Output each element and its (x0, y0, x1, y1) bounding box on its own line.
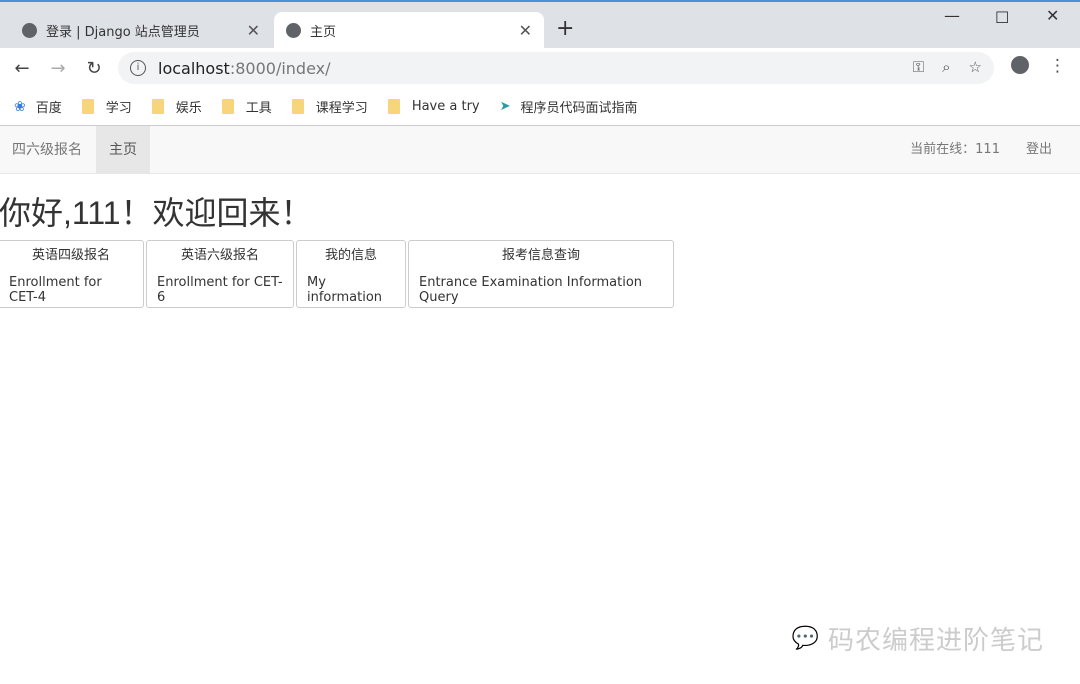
cet6-enroll-button[interactable]: 英语六级报名 Enrollment for CET-6 (146, 240, 294, 308)
action-cards: 英语四级报名 Enrollment for CET-4 英语六级报名 Enrollm… (0, 240, 1080, 308)
tab-title: 主页 (310, 24, 337, 40)
menu-icon[interactable]: ⋮ (1049, 56, 1066, 76)
zoom-icon[interactable]: ⌕ (942, 58, 950, 76)
logout-link[interactable]: 登出 (1026, 126, 1052, 174)
my-info-button[interactable]: 我的信息 My information (296, 240, 406, 308)
tab-login[interactable]: 登录 | Django 站点管理员 ✕ (10, 12, 272, 48)
back-button[interactable]: ← (4, 58, 40, 79)
bookmark-folder[interactable]: 课程学习 (291, 97, 368, 116)
key-icon[interactable]: ⚿ (913, 58, 924, 76)
card-title: 英语六级报名 (180, 247, 259, 263)
card-subtitle: Entrance Examination Information Query (419, 274, 643, 305)
bookmark-label: 程序员代码面试指南 (520, 101, 638, 116)
nav-home[interactable]: 主页 (96, 125, 150, 174)
bookmarks-bar: ❀ 百度 学习 娱乐 工具 课程学习 Have a try ➤ 程序员代码面试指南 (0, 88, 1080, 126)
close-tab-icon[interactable]: ✕ (519, 21, 532, 40)
profile-icon[interactable] (1011, 56, 1029, 74)
bookmark-label: 工具 (245, 101, 272, 116)
card-title: 我的信息 (324, 247, 377, 263)
forward-button[interactable]: → (40, 58, 76, 79)
bookmark-folder[interactable]: Have a try (387, 99, 480, 114)
card-title: 报考信息查询 (501, 247, 580, 263)
close-tab-icon[interactable]: ✕ (247, 21, 260, 40)
watermark: 💬 码农编程进阶笔记 (792, 620, 1044, 657)
baidu-icon: ❀ (14, 98, 26, 115)
bookmark-label: 娱乐 (175, 101, 202, 116)
bookmark-leetcode[interactable]: ➤ 程序员代码面试指南 (500, 97, 638, 116)
card-subtitle: Enrollment for CET-4 (9, 274, 102, 305)
site-navbar: 四六级报名 主页 当前在线：111 登出 (0, 125, 1080, 174)
cet4-enroll-button[interactable]: 英语四级报名 Enrollment for CET-4 (0, 240, 144, 308)
folder-icon (387, 99, 400, 114)
globe-icon (286, 22, 301, 38)
reload-button[interactable]: ↻ (76, 58, 112, 79)
greeting-heading: 你好,111！欢迎回来！ (0, 195, 313, 231)
card-subtitle: Enrollment for CET-6 (157, 274, 283, 305)
bookmark-baidu[interactable]: ❀ 百度 (14, 97, 62, 117)
new-tab-button[interactable]: + (556, 16, 574, 41)
close-window-button[interactable]: ✕ (1046, 6, 1059, 25)
star-icon[interactable]: ☆ (969, 58, 982, 76)
folder-icon (81, 99, 94, 114)
wechat-icon: 💬 (791, 626, 820, 651)
tab-home[interactable]: 主页 ✕ (274, 12, 544, 48)
minimize-button[interactable]: — (944, 6, 960, 25)
bookmark-label: 学习 (105, 101, 132, 116)
exam-query-button[interactable]: 报考信息查询 Entrance Examination Information Q… (408, 240, 674, 308)
bookmark-label: 百度 (35, 101, 62, 116)
tab-title: 登录 | Django 站点管理员 (46, 24, 200, 40)
bookmark-label: Have a try (411, 99, 480, 114)
bookmark-folder[interactable]: 工具 (221, 97, 272, 116)
tab-bar: 登录 | Django 站点管理员 ✕ 主页 ✕ + — ☐ ✕ (0, 2, 1080, 48)
maximize-button[interactable]: ☐ (995, 8, 1009, 27)
bookmark-folder[interactable]: 娱乐 (151, 97, 202, 116)
bookmark-label: 课程学习 (315, 101, 368, 116)
address-bar[interactable]: i localhost:8000/index/ ⚿ ⌕ ☆ (118, 52, 994, 84)
online-status: 当前在线：111 (910, 142, 1000, 157)
folder-icon (221, 99, 234, 114)
card-subtitle: My information (307, 274, 383, 305)
globe-icon (22, 22, 37, 38)
folder-icon (291, 99, 304, 114)
browser-toolbar: ← → ↻ i localhost:8000/index/ ⚿ ⌕ ☆ ⋮ (0, 48, 1080, 88)
url-path: :8000/index/ (229, 58, 331, 78)
bird-icon: ➤ (499, 99, 511, 114)
card-title: 英语四级报名 (31, 247, 110, 263)
url-host: localhost (158, 58, 230, 78)
info-icon[interactable]: i (130, 60, 146, 76)
folder-icon (151, 99, 164, 114)
watermark-text: 码农编程进阶笔记 (827, 626, 1044, 656)
bookmark-folder[interactable]: 学习 (81, 97, 132, 116)
brand-link[interactable]: 四六级报名 (0, 126, 96, 174)
